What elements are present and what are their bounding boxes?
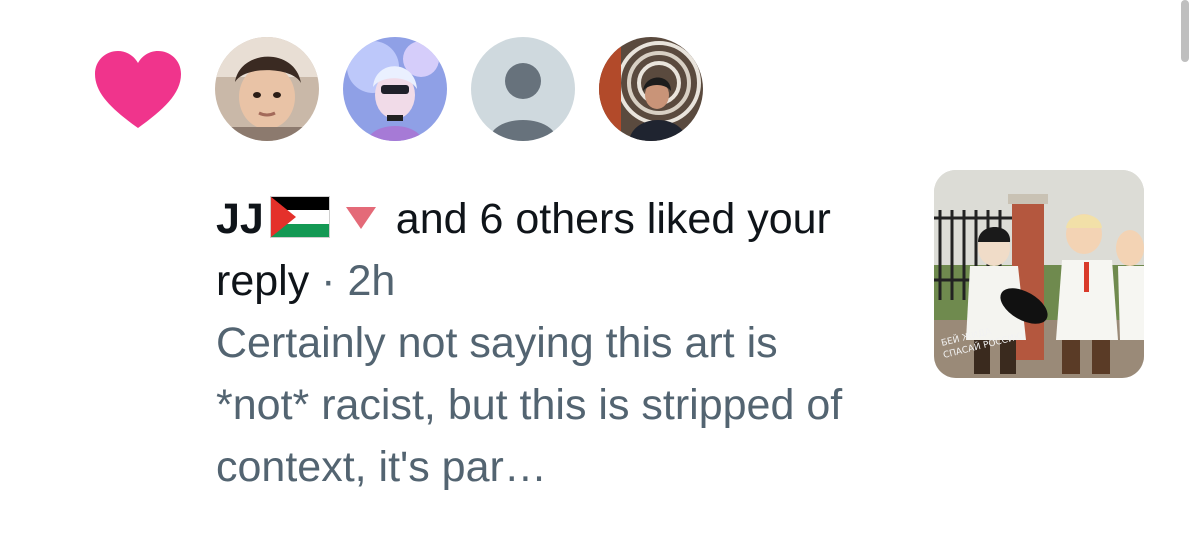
- heart-icon: [93, 50, 183, 130]
- avatar[interactable]: [471, 37, 575, 141]
- avatar[interactable]: [215, 37, 319, 141]
- red-triangle-icon: [344, 186, 378, 248]
- like-notification[interactable]: JJ and 6 others liked your reply · 2h Ce…: [0, 0, 1200, 542]
- separator: ·: [321, 257, 336, 305]
- timestamp[interactable]: 2h: [347, 257, 395, 305]
- username[interactable]: JJ: [216, 195, 264, 243]
- scrollbar[interactable]: [1181, 0, 1189, 62]
- notification-headline: JJ and 6 others liked your reply · 2h: [216, 186, 856, 312]
- palestine-flag-icon: [269, 196, 330, 238]
- media-thumbnail[interactable]: БЕЙ ЖИДА СПАСАЙ РОССИЮ: [934, 170, 1144, 378]
- avatar[interactable]: [343, 37, 447, 141]
- reply-preview: Certainly not saying this art is *not* r…: [216, 319, 843, 491]
- avatar[interactable]: [599, 37, 703, 141]
- notification-text[interactable]: JJ and 6 others liked your reply · 2h Ce…: [216, 186, 856, 498]
